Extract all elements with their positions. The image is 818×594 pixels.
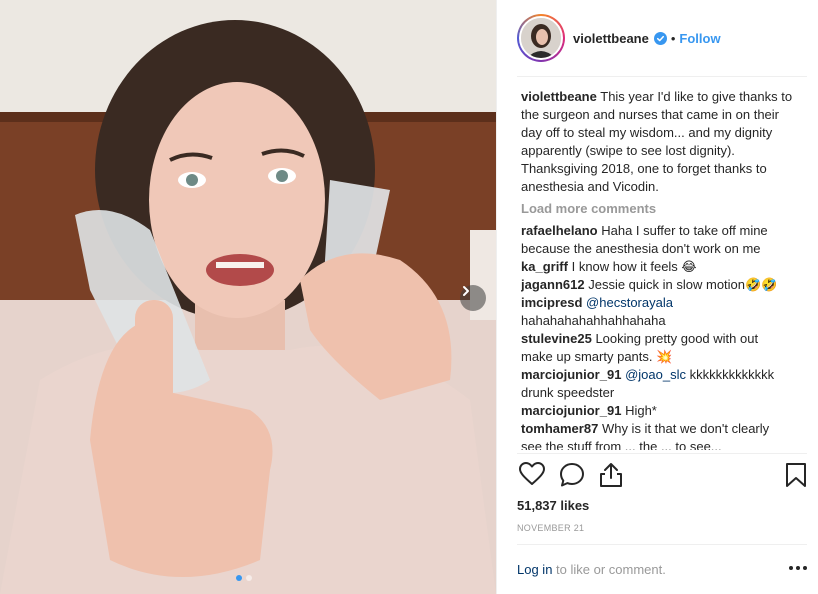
login-prompt: Log in to like or comment. xyxy=(517,562,666,577)
login-link[interactable]: Log in xyxy=(517,562,552,577)
comment-username[interactable]: marciojunior_91 xyxy=(521,403,621,418)
avatar-story-ring[interactable] xyxy=(517,14,565,62)
comment-mention[interactable]: @joao_slc xyxy=(625,367,686,382)
comment-text: High* xyxy=(625,403,657,418)
verified-badge-icon xyxy=(653,31,667,45)
caption-username[interactable]: violettbeane xyxy=(521,89,597,104)
footer-divider xyxy=(517,544,807,545)
comment-text: Jessie quick in slow motion🤣🤣 xyxy=(588,277,778,292)
carousel-indicator xyxy=(236,575,252,581)
comment-username[interactable]: stulevine25 xyxy=(521,331,592,346)
comment-text: hahahahahahhahhahaha xyxy=(521,313,666,328)
post-photo[interactable] xyxy=(0,0,496,594)
comment-item: jagann612 Jessie quick in slow motion🤣🤣 xyxy=(521,276,793,294)
comment-mention[interactable]: @hecstorayala xyxy=(586,295,673,310)
more-options-icon[interactable] xyxy=(789,566,807,570)
comment-username[interactable]: imcipresd xyxy=(521,295,582,310)
comment-item: marciojunior_91 @joao_slc kkkkkkkkkkkkk … xyxy=(521,366,793,402)
post-details-panel: violettbeane • Follow violettbeane This … xyxy=(496,0,818,594)
chevron-right-icon xyxy=(463,286,469,296)
header-separator: • xyxy=(670,30,676,46)
header-username[interactable]: violettbeane xyxy=(573,31,649,46)
actions-divider xyxy=(517,453,807,454)
header-divider xyxy=(517,76,807,77)
comment-username[interactable]: tomhamer87 xyxy=(521,421,598,436)
login-prompt-text: to like or comment. xyxy=(552,562,666,577)
avatar xyxy=(519,16,563,60)
comment-item: ka_griff I know how it feels 😂 xyxy=(521,258,793,276)
likes-count[interactable]: 51,837 likes xyxy=(517,498,589,513)
comment-item: stulevine25 Looking pretty good with out… xyxy=(521,330,793,366)
comment-item: marciojunior_91 High* xyxy=(521,402,793,420)
comments-list[interactable]: violettbeane This year I'd like to give … xyxy=(521,88,793,450)
post-actions xyxy=(517,462,809,490)
comment-item: tomhamer87 Why is it that we don't clear… xyxy=(521,420,793,450)
next-photo-button[interactable] xyxy=(460,285,486,311)
bookmark-icon[interactable] xyxy=(785,462,807,491)
comment-item: imcipresd @hecstorayala hahahahahahhahha… xyxy=(521,294,793,330)
comment-text: I know how it feels 😂 xyxy=(571,259,697,274)
load-more-comments-button[interactable]: Load more comments xyxy=(521,200,793,218)
comment-username[interactable]: ka_griff xyxy=(521,259,568,274)
comment-username[interactable]: jagann612 xyxy=(521,277,585,292)
comment-item: rafaelhelano Haha I suffer to take off m… xyxy=(521,222,793,258)
photo-illustration xyxy=(0,0,496,594)
follow-button[interactable]: Follow xyxy=(679,31,720,46)
comment-icon[interactable] xyxy=(559,462,585,491)
post-caption: violettbeane This year I'd like to give … xyxy=(521,88,793,196)
post-header: violettbeane • Follow xyxy=(497,0,818,76)
comment-username[interactable]: marciojunior_91 xyxy=(521,367,621,382)
post-date[interactable]: NOVEMBER 21 xyxy=(517,523,584,533)
share-icon[interactable] xyxy=(599,462,623,491)
carousel-dot xyxy=(246,575,252,581)
carousel-dot-active xyxy=(236,575,242,581)
heart-icon[interactable] xyxy=(519,462,545,489)
comment-username[interactable]: rafaelhelano xyxy=(521,223,598,238)
caption-text: This year I'd like to give thanks to the… xyxy=(521,89,793,194)
